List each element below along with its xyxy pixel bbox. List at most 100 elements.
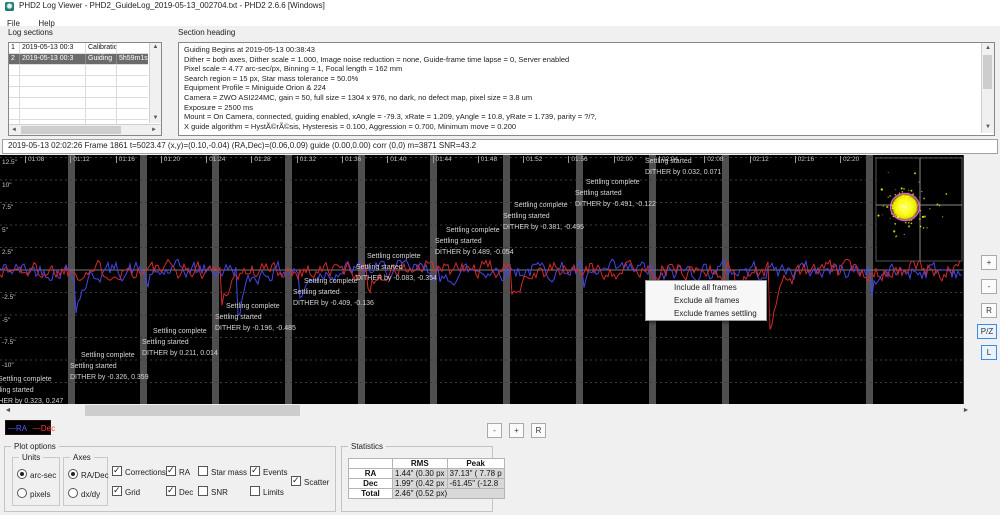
scroll-up-icon[interactable]: ▲ <box>982 44 994 53</box>
side-button-pz[interactable]: P/Z <box>977 324 997 339</box>
checkbox-ra[interactable]: RA <box>166 465 190 477</box>
radio-icon <box>68 469 78 479</box>
annotation-line: Settling started <box>142 339 189 346</box>
radio-arc-sec[interactable]: arc-sec <box>17 469 57 480</box>
side-button-r[interactable]: R <box>981 303 997 318</box>
checkbox-snr[interactable]: SNR <box>198 486 228 497</box>
context-menu-item[interactable]: Exclude all frames <box>646 294 766 307</box>
log-vertical-scrollbar[interactable]: ▲ ▼ <box>149 43 161 123</box>
checkbox-label: Dec <box>179 488 194 497</box>
stats-row-label: Dec <box>348 478 393 489</box>
side-button--[interactable]: - <box>981 279 997 294</box>
zoom-in-button[interactable]: + <box>509 423 524 438</box>
axes-label: Axes <box>70 453 94 462</box>
heading-line: X guide algorithm = HystÃ©rÃ©sis, Hyster… <box>184 121 517 131</box>
scroll-down-icon[interactable]: ▼ <box>150 114 161 123</box>
heading-line: Pixel scale = 4.77 arc-sec/px, Binning =… <box>184 64 403 74</box>
log-cell <box>20 109 86 119</box>
annotation-line: Settling complete <box>226 303 280 310</box>
settling-annotation: Settling complete Settling started DITHER … <box>142 326 218 359</box>
heading-vertical-scrollbar[interactable]: ▲ ▼ <box>981 43 994 133</box>
y-axis-label: 7.5" <box>2 204 14 211</box>
annotation-line: DITHER by -0.326, 0.359 <box>70 374 149 381</box>
log-cell: 5h59m1s <box>119 55 148 62</box>
scroll-left-icon[interactable]: ◄ <box>10 125 18 135</box>
section-heading-box[interactable]: Guiding Begins at 2019-05-13 00:38:43 Dit… <box>178 42 995 136</box>
legend-dec: —Dec <box>32 424 56 433</box>
checkbox-corrections[interactable]: Corrections <box>112 465 166 477</box>
context-menu: Include all frames Exclude all frames Excl… <box>645 280 767 321</box>
annotation-line: Settling started <box>356 264 403 271</box>
time-axis-label: 02:20 <box>840 156 859 163</box>
radio-RADec[interactable]: RA/Dec <box>68 469 109 480</box>
heading-vscroll-thumb[interactable] <box>983 55 992 89</box>
time-axis-label: 02:16 <box>794 156 814 163</box>
frame-status-bar: 2019-05-13 02:02:26 Frame 1861 t=5023.47… <box>2 139 998 154</box>
scroll-right-icon[interactable]: ► <box>150 125 158 135</box>
graph-horizontal-scrollbar[interactable]: ◄ ► <box>0 404 975 417</box>
guide-graph[interactable]: 01:08 01:12 01:16 01:20 01:24 01:28 01:32 01:36… <box>0 155 964 404</box>
checkbox-icon <box>250 486 260 496</box>
reset-zoom-button[interactable]: R <box>531 423 546 438</box>
log-section-row[interactable]: 2 2019-05-13 00:3 Guiding 5h59m1s <box>9 54 148 65</box>
graph-hscroll-thumb[interactable] <box>85 405 300 416</box>
checkbox-icon <box>112 465 122 476</box>
log-section-row[interactable]: 12019-05-13 00:3Calibration <box>9 43 148 54</box>
time-axis-label: 02:00 <box>613 156 633 163</box>
zoom-out-button[interactable]: - <box>487 423 502 438</box>
radio-pixels[interactable]: pixels <box>17 488 50 499</box>
log-cell <box>20 65 86 75</box>
log-section-row[interactable] <box>9 76 148 87</box>
log-section-row[interactable] <box>9 98 148 109</box>
time-axis-label: 02:12 <box>749 156 769 163</box>
scroll-left-icon[interactable]: ◄ <box>3 404 13 417</box>
log-cell <box>20 98 86 108</box>
log-section-row[interactable] <box>9 109 148 120</box>
annotation-line: Settling started <box>575 190 622 197</box>
y-axis-label: 12.5" <box>2 159 17 166</box>
y-axis-label: -2.5" <box>2 294 16 301</box>
checkbox-scatter[interactable]: Scatter <box>291 475 330 487</box>
scroll-right-icon[interactable]: ► <box>961 404 971 417</box>
log-cell <box>86 87 117 97</box>
context-menu-item[interactable]: Exclude frames settling <box>646 307 766 320</box>
menu-bar: File Help <box>0 13 1000 28</box>
log-cell <box>9 98 20 108</box>
stats-rms-value: 1.99" (0.42 px <box>392 478 448 489</box>
stats-rms-value: 2.46" (0.52 px) <box>392 488 505 499</box>
checkbox-label: Grid <box>125 488 141 497</box>
heading-line: Exposure = 2500 ms <box>184 102 253 112</box>
log-section-row[interactable] <box>9 65 148 76</box>
checkbox-grid[interactable]: Grid <box>112 485 141 497</box>
y-axis-label: -10" <box>2 361 14 369</box>
radio-dxdy[interactable]: dx/dy <box>68 488 100 499</box>
side-button-+[interactable]: + <box>981 255 997 270</box>
phd2-log-viewer-window: PHD2 Log Viewer - PHD2_GuideLog_2019-05-… <box>0 0 1000 515</box>
graph-legend: —RA —Dec <box>5 420 55 435</box>
context-menu-item[interactable]: Include all frames <box>646 281 766 294</box>
scroll-up-icon[interactable]: ▲ <box>150 43 161 52</box>
checkbox-label: Scatter <box>304 478 330 487</box>
log-sections-table[interactable]: 12019-05-13 00:3Calibration22019-05-13 0… <box>8 42 162 136</box>
log-horizontal-scrollbar[interactable]: ◄ ► <box>9 124 161 135</box>
scroll-down-icon[interactable]: ▼ <box>982 123 994 132</box>
radio-icon <box>17 469 27 479</box>
stats-header: Peak <box>446 458 505 469</box>
checkbox-icon <box>198 486 208 496</box>
checkbox-dec[interactable]: Dec <box>166 485 194 497</box>
log-cell <box>9 76 20 86</box>
checkbox-limits[interactable]: Limits <box>250 486 284 497</box>
log-cell <box>9 109 20 119</box>
checkbox-label: Events <box>263 468 288 477</box>
side-button-l[interactable]: L <box>981 345 997 360</box>
checkbox-events[interactable]: Events <box>250 465 288 477</box>
checkbox-star-mass[interactable]: Star mass <box>198 466 247 477</box>
annotation-line: Settling started <box>645 158 692 165</box>
log-section-row[interactable] <box>9 87 148 98</box>
title-bar[interactable]: PHD2 Log Viewer - PHD2_GuideLog_2019-05-… <box>0 0 1000 13</box>
radio-label: arc-sec <box>30 471 57 480</box>
stats-row: Dec 1.99" (0.42 px -61.45" (-12.8 <box>348 478 505 489</box>
statistics-label: Statistics <box>348 442 387 451</box>
log-hscroll-thumb[interactable] <box>21 126 121 134</box>
log-cell <box>117 87 148 97</box>
